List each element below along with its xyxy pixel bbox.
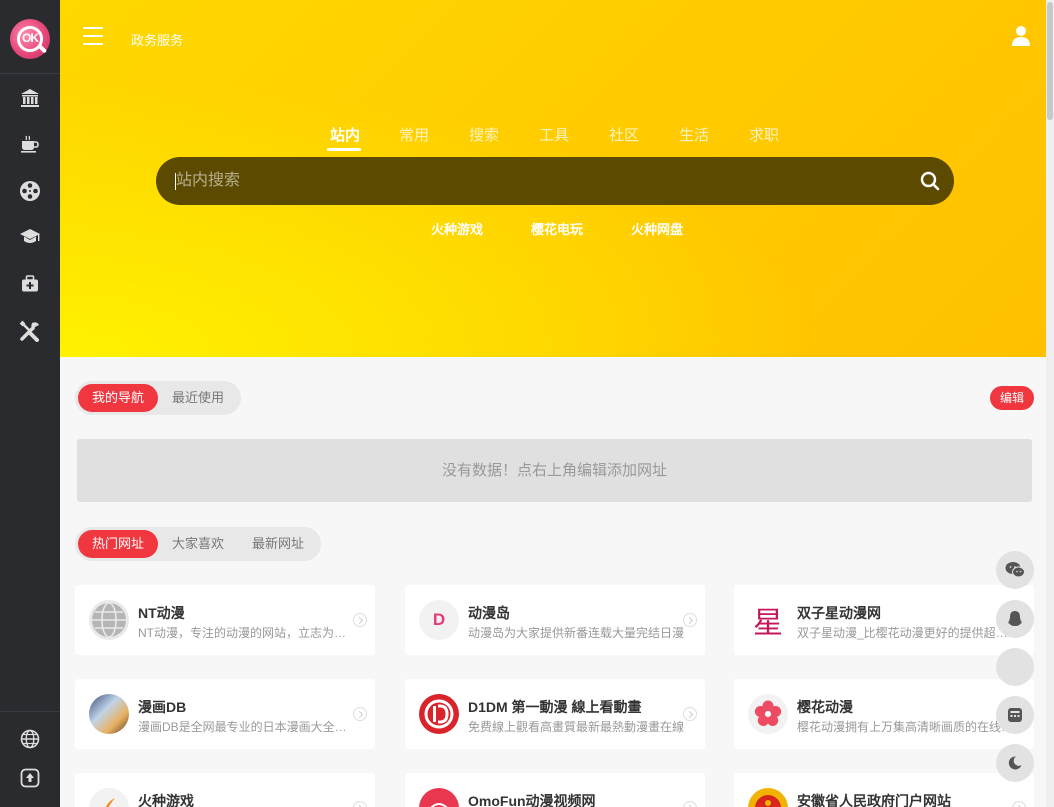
site-desc: 漫画DB是全网最专业的日本漫画大全资源 bbox=[138, 720, 356, 734]
tab-common[interactable]: 常用 bbox=[399, 124, 429, 145]
site-card[interactable]: 火种游戏 bbox=[75, 773, 375, 807]
d1dm-logo-icon bbox=[419, 694, 459, 734]
site-desc: 双子星动漫_比樱花动漫更好的提供超清动漫 bbox=[797, 626, 1015, 640]
chevron-right-icon[interactable] bbox=[353, 707, 367, 721]
search-bar bbox=[156, 157, 954, 205]
graduation-cap-icon[interactable] bbox=[16, 223, 44, 251]
site-card[interactable]: D 动漫岛 动漫岛为大家提供新番连载大量完结日漫 bbox=[405, 585, 705, 655]
site-title: 漫画DB bbox=[138, 699, 187, 715]
text-cursor bbox=[175, 173, 176, 190]
tab-community[interactable]: 社区 bbox=[609, 124, 639, 145]
tab-recent[interactable]: 最近使用 bbox=[160, 384, 236, 412]
site-card[interactable]: 漫画DB 漫画DB是全网最专业的日本漫画大全资源 bbox=[75, 679, 375, 749]
site-title: 双子星动漫网 bbox=[797, 605, 881, 621]
empty-nav-message: 没有数据！点右上角编辑添加网址 bbox=[77, 439, 1032, 502]
flame-logo-icon bbox=[89, 788, 129, 807]
site-desc: NT动漫，专注的动漫的网站，立志为广大动漫爱好者提供 bbox=[138, 626, 356, 640]
search-tabs: 站内 常用 搜索 工具 社区 生活 求职 bbox=[60, 124, 1046, 154]
calculator-icon[interactable] bbox=[996, 696, 1034, 734]
search-icon[interactable] bbox=[920, 171, 940, 191]
site-title: 樱花动漫 bbox=[797, 699, 853, 715]
user-icon[interactable] bbox=[1012, 25, 1030, 47]
chevron-right-icon[interactable] bbox=[683, 613, 697, 627]
globe-logo-icon bbox=[89, 600, 129, 640]
tab-jobs[interactable]: 求职 bbox=[749, 124, 779, 145]
page-scrollbar[interactable] bbox=[1046, 0, 1054, 807]
qq-icon[interactable] bbox=[996, 600, 1034, 638]
building-icon[interactable] bbox=[16, 84, 44, 112]
tools-icon[interactable] bbox=[16, 317, 44, 345]
tab-hot-sites[interactable]: 热门网址 bbox=[78, 530, 158, 558]
globe-icon[interactable] bbox=[16, 725, 44, 753]
gov-service-link[interactable]: 政务服务 bbox=[131, 30, 183, 49]
wechat-icon[interactable] bbox=[996, 551, 1034, 589]
quick-link[interactable]: 火种游戏 bbox=[431, 219, 483, 238]
site-card[interactable]: 安徽省人民政府门户网站 bbox=[734, 773, 1034, 807]
site-title: D1DM 第一動漫 線上看動畫 bbox=[468, 699, 642, 715]
hero-banner: 政务服务 站内 常用 搜索 工具 社区 生活 求职 火种游戏 樱花电玩 火种网盘 bbox=[60, 0, 1046, 357]
site-title: 动漫岛 bbox=[468, 605, 510, 621]
quick-link[interactable]: 樱花电玩 bbox=[531, 219, 583, 238]
site-logo[interactable]: OK bbox=[10, 19, 50, 59]
site-desc: 免费線上觀看高畫質最新最熱動漫畫在線 bbox=[468, 720, 685, 734]
search-input[interactable] bbox=[176, 157, 896, 205]
site-title: 安徽省人民政府门户网站 bbox=[797, 793, 951, 807]
chevron-right-icon[interactable] bbox=[683, 801, 697, 807]
chevron-right-icon[interactable] bbox=[353, 613, 367, 627]
moon-icon[interactable] bbox=[996, 744, 1034, 782]
quick-link[interactable]: 火种网盘 bbox=[631, 219, 683, 238]
site-title: NT动漫 bbox=[138, 605, 185, 621]
site-title: OmoFun动漫视频网 bbox=[468, 793, 596, 807]
medical-kit-icon[interactable] bbox=[16, 270, 44, 298]
manga-character-logo-icon bbox=[89, 694, 129, 734]
chevron-right-icon[interactable] bbox=[683, 707, 697, 721]
site-card[interactable]: NT动漫 NT动漫，专注的动漫的网站，立志为广大动漫爱好者提供 bbox=[75, 585, 375, 655]
upload-icon[interactable] bbox=[16, 764, 44, 792]
tab-tools[interactable]: 工具 bbox=[539, 124, 569, 145]
chevron-right-icon[interactable] bbox=[1012, 801, 1026, 807]
sakura-flower-logo-icon bbox=[748, 694, 788, 734]
letter-d-logo-icon: D bbox=[419, 600, 459, 640]
tab-site[interactable]: 站内 bbox=[330, 124, 360, 145]
tab-popular[interactable]: 大家喜欢 bbox=[160, 530, 236, 558]
menu-toggle-button[interactable] bbox=[83, 27, 103, 45]
tab-newest[interactable]: 最新网址 bbox=[238, 530, 318, 558]
film-reel-icon[interactable] bbox=[16, 177, 44, 205]
my-nav-tabs: 我的导航 最近使用 bbox=[75, 381, 241, 415]
site-card[interactable]: 樱花动漫 樱花动漫拥有上万集高清晰画质的在线动漫 bbox=[734, 679, 1034, 749]
tab-search[interactable]: 搜索 bbox=[469, 124, 499, 145]
site-card[interactable]: OmoFun动漫视频网 bbox=[405, 773, 705, 807]
sidebar: OK bbox=[0, 0, 60, 807]
tab-life[interactable]: 生活 bbox=[679, 124, 709, 145]
site-desc: 樱花动漫拥有上万集高清晰画质的在线动漫 bbox=[797, 720, 1015, 734]
logo-handle bbox=[37, 44, 48, 54]
chevron-right-icon[interactable] bbox=[353, 801, 367, 807]
blank-float-button[interactable] bbox=[996, 648, 1034, 686]
site-card[interactable]: 星 双子星动漫网 双子星动漫_比樱花动漫更好的提供超清动漫 bbox=[734, 585, 1034, 655]
star-character-logo-icon: 星 bbox=[748, 600, 788, 640]
tab-my-nav[interactable]: 我的导航 bbox=[78, 384, 158, 412]
sidebar-divider-bottom bbox=[0, 711, 60, 712]
site-title: 火种游戏 bbox=[138, 793, 194, 807]
hot-sites-tabs: 热门网址 大家喜欢 最新网址 bbox=[75, 527, 321, 561]
national-emblem-logo-icon bbox=[748, 788, 788, 807]
coffee-icon[interactable] bbox=[16, 130, 44, 158]
logo-text: OK bbox=[22, 31, 39, 45]
site-desc: 动漫岛为大家提供新番连载大量完结日漫 bbox=[468, 626, 685, 640]
site-card[interactable]: D1DM 第一動漫 線上看動畫 免费線上觀看高畫質最新最熱動漫畫在線 bbox=[405, 679, 705, 749]
omofun-logo-icon bbox=[419, 788, 459, 807]
scrollbar-thumb[interactable] bbox=[1047, 2, 1053, 120]
sidebar-divider bbox=[0, 73, 60, 74]
edit-button[interactable]: 编辑 bbox=[990, 386, 1034, 410]
active-tab-indicator bbox=[327, 148, 361, 151]
